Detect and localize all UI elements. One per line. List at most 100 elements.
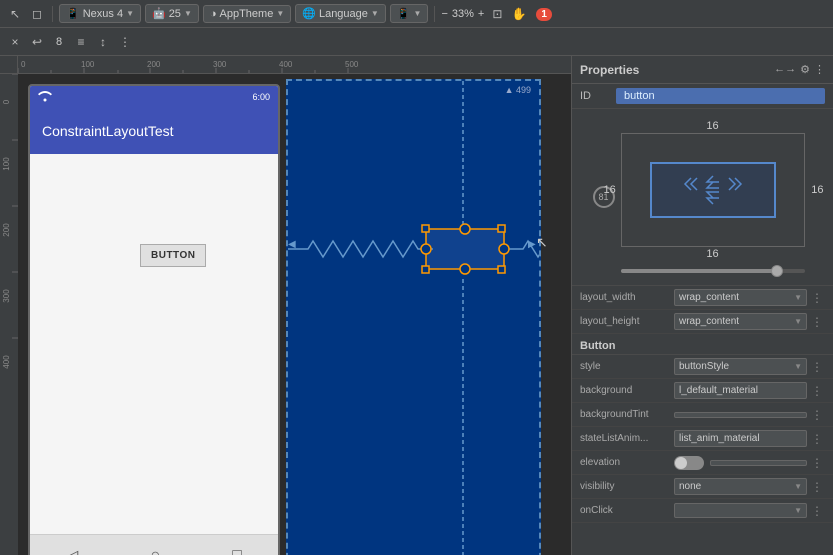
visibility-more[interactable]: ⋮ <box>809 480 825 494</box>
dropdown-caret5: ▼ <box>794 506 802 515</box>
background-value: l_default_material ⋮ <box>674 382 825 399</box>
background-label: background <box>580 385 670 396</box>
layout-width-value: wrap_content ▼ ⋮ <box>674 289 825 306</box>
panel-header: Properties ←→ ⚙ ⋮ <box>572 56 833 84</box>
panel-gear-icon[interactable]: ⚙ <box>800 63 810 76</box>
left-panel: 0 100 200 300 400 500 <box>0 56 571 555</box>
language-icon: 🌐 <box>302 7 316 20</box>
constraint-lines-svg: ◀ ▶ <box>288 81 541 555</box>
orientation-selector[interactable]: 📱 ▼ <box>390 4 429 23</box>
layout-height-dropdown[interactable]: wrap_content ▼ <box>674 313 807 330</box>
canvas-content[interactable]: 6:00 ConstraintLayoutTest BUTTON ◁ ○ □ <box>18 74 571 555</box>
visibility-dropdown[interactable]: none ▼ <box>674 478 807 495</box>
svg-text:100: 100 <box>2 157 11 171</box>
orientation-icon: 📱 <box>397 7 411 20</box>
style-row: style buttonStyle ▼ ⋮ <box>572 355 833 379</box>
bias-slider-thumb[interactable] <box>771 265 783 277</box>
zoom-out-btn[interactable]: − <box>441 8 447 20</box>
caret-icon5: ▼ <box>414 9 422 18</box>
constraint-diagram: 81 16 16 16 16 <box>572 109 833 286</box>
layout-width-label: layout_width <box>580 292 670 303</box>
layout-width-more[interactable]: ⋮ <box>809 291 825 305</box>
onClick-dropdown[interactable]: ▼ <box>674 503 807 518</box>
phone-icon: 📱 <box>66 7 80 20</box>
panel-arrow-icon[interactable]: ←→ <box>774 63 796 76</box>
zoom-in-btn[interactable]: + <box>478 8 484 20</box>
cursor-icon[interactable]: ↖ <box>6 5 24 23</box>
elevation-row: elevation ⋮ <box>572 451 833 475</box>
home-btn[interactable]: ○ <box>150 547 160 555</box>
visibility-row: visibility none ▼ ⋮ <box>572 475 833 499</box>
bias-slider-fill <box>621 269 777 273</box>
back-btn[interactable]: ◁ <box>66 546 78 555</box>
svg-text:◀: ◀ <box>288 239 296 250</box>
phone-frame: 6:00 ConstraintLayoutTest BUTTON ◁ ○ □ <box>28 84 280 555</box>
language-label: Language <box>319 8 368 20</box>
fit-icon[interactable]: ⊡ <box>488 5 506 23</box>
language-selector[interactable]: 🌐 Language ▼ <box>295 4 386 23</box>
blueprint-view[interactable]: ▲ 499 ▼ 499 <box>286 79 541 555</box>
svg-text:400: 400 <box>2 355 11 369</box>
ruler-corner <box>0 56 18 74</box>
visibility-value: none ▼ ⋮ <box>674 478 825 495</box>
panel-more-icon[interactable]: ⋮ <box>814 63 825 76</box>
error-badge[interactable]: 1 <box>536 8 552 21</box>
backgroundTint-value: ⋮ <box>674 408 825 422</box>
style-more[interactable]: ⋮ <box>809 360 825 374</box>
stateListAnim-row: stateListAnim... list_anim_material ⋮ <box>572 427 833 451</box>
style-dropdown[interactable]: buttonStyle ▼ <box>674 358 807 375</box>
recents-btn[interactable]: □ <box>232 547 242 555</box>
background-input[interactable]: l_default_material <box>674 382 807 399</box>
phone-content: BUTTON <box>30 154 278 534</box>
more-icon[interactable]: ⋮ <box>116 33 134 51</box>
layout-height-label: layout_height <box>580 316 670 327</box>
dropdown-caret2: ▼ <box>794 317 802 326</box>
background-more[interactable]: ⋮ <box>809 384 825 398</box>
canvas-area: 0 100 200 300 400 <box>0 74 571 555</box>
wifi-icon <box>38 90 52 105</box>
distribute-icon[interactable]: ↕ <box>94 33 112 51</box>
dropdown-caret4: ▼ <box>794 482 802 491</box>
elevation-more[interactable]: ⋮ <box>809 456 825 470</box>
layout-width-dropdown[interactable]: wrap_content ▼ <box>674 289 807 306</box>
caret-icon3: ▼ <box>276 9 284 18</box>
android-icon: 🤖 <box>152 7 166 20</box>
cursor: ↖ <box>536 234 548 251</box>
panel-icons: ←→ ⚙ ⋮ <box>774 63 825 76</box>
layout-height-more[interactable]: ⋮ <box>809 315 825 329</box>
separator <box>52 6 53 22</box>
phone-button[interactable]: BUTTON <box>140 244 206 267</box>
svg-text:200: 200 <box>147 60 161 69</box>
second-toolbar: × ↩ 8 ≡ ↕ ⋮ <box>0 28 833 56</box>
undo-icon[interactable]: ↩ <box>28 33 46 51</box>
theme-selector[interactable]: ◑ AppTheme ▼ <box>203 5 291 23</box>
pan-icon[interactable]: ✋ <box>510 5 528 23</box>
properties-panel: Properties ←→ ⚙ ⋮ ID button 81 <box>571 56 833 555</box>
device-label: Nexus 4 <box>83 8 123 20</box>
time-display: 6:00 <box>252 92 270 102</box>
error-badge-container: 1 <box>536 8 552 20</box>
elevation-toggle[interactable] <box>674 456 704 470</box>
constraint-top-num: 16 <box>706 120 718 132</box>
background-row: background l_default_material ⋮ <box>572 379 833 403</box>
id-value[interactable]: button <box>616 88 825 104</box>
phone-navbar: ◁ ○ □ <box>30 534 278 555</box>
stateListAnim-input[interactable]: list_anim_material <box>674 430 807 447</box>
backgroundTint-more[interactable]: ⋮ <box>809 408 825 422</box>
backgroundTint-label: backgroundTint <box>580 409 670 420</box>
device-selector[interactable]: 📱 Nexus 4 ▼ <box>59 4 141 23</box>
onClick-more[interactable]: ⋮ <box>809 504 825 518</box>
align-icon[interactable]: ≡ <box>72 33 90 51</box>
svg-text:100: 100 <box>81 60 95 69</box>
select-icon[interactable]: ◻ <box>28 5 46 23</box>
style-label: style <box>580 361 670 372</box>
backgroundTint-input[interactable] <box>674 412 807 418</box>
delete-icon[interactable]: × <box>6 33 24 51</box>
svg-text:300: 300 <box>213 60 227 69</box>
bias-slider-track[interactable] <box>621 269 805 273</box>
stateListAnim-more[interactable]: ⋮ <box>809 432 825 446</box>
svg-text:▶: ▶ <box>528 239 536 250</box>
theme-icon: ◑ <box>210 8 217 20</box>
elevation-input[interactable] <box>710 460 807 466</box>
api-selector[interactable]: 🤖 25 ▼ <box>145 4 199 23</box>
